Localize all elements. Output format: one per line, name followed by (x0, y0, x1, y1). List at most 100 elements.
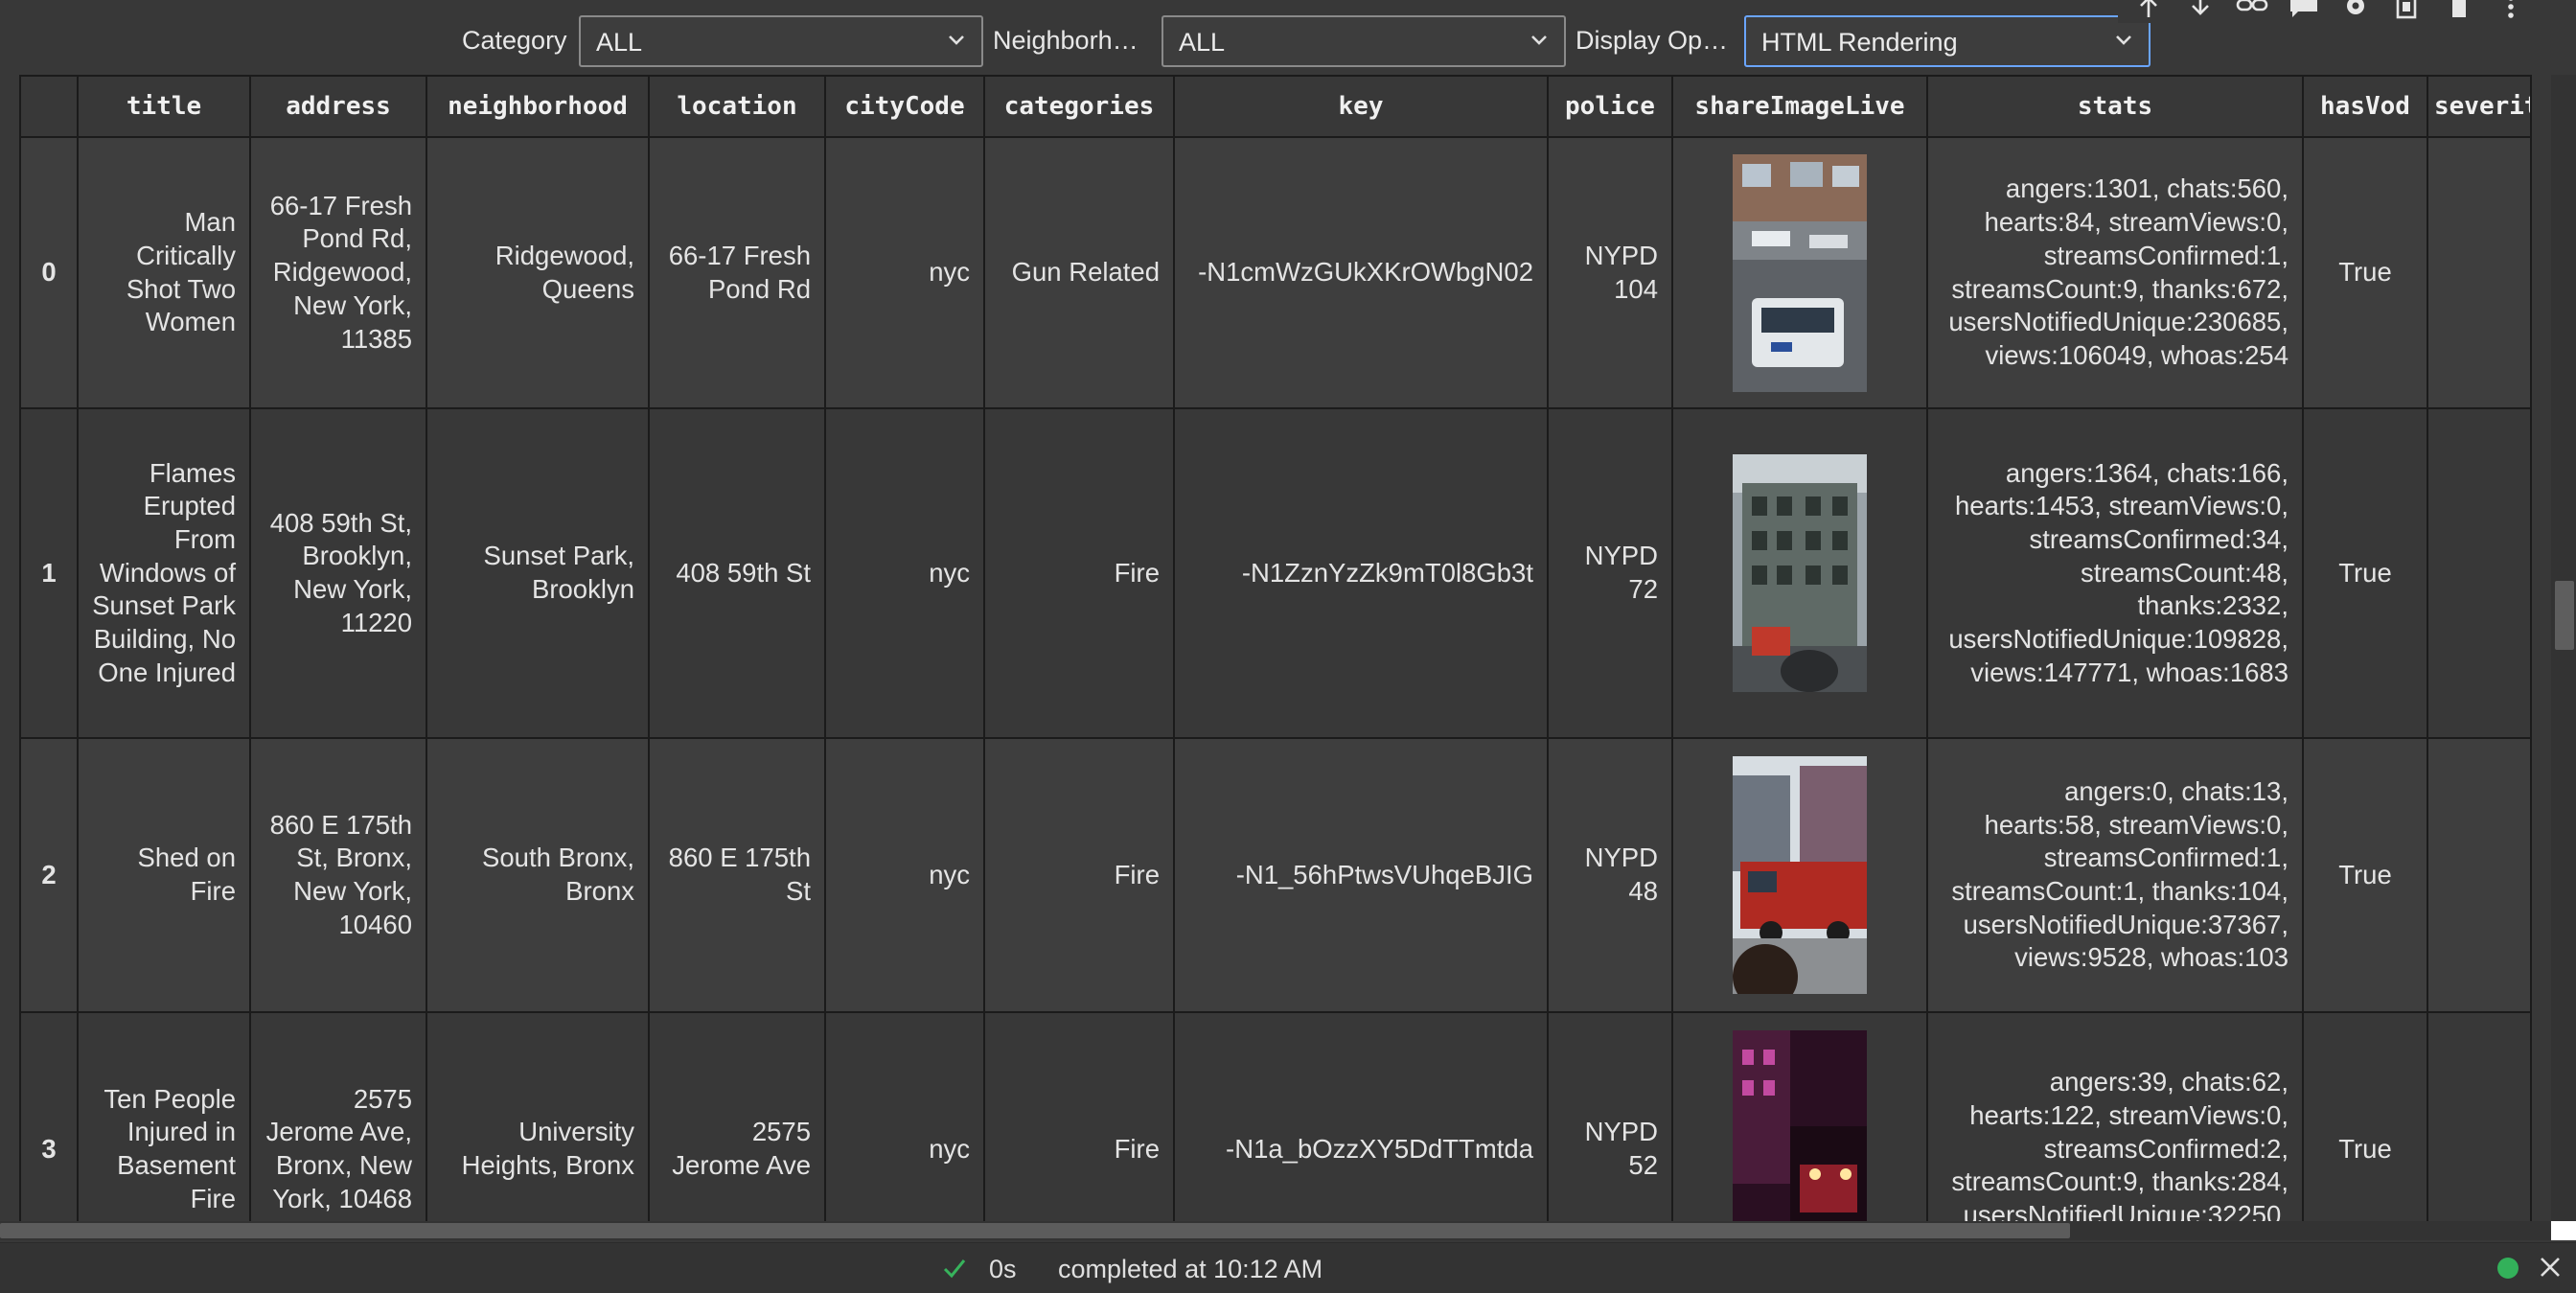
row-index: 3 (19, 1011, 79, 1221)
column-header-neighborhood[interactable]: neighborhood (426, 75, 650, 138)
column-header-key[interactable]: key (1173, 75, 1549, 138)
column-header-shareimagelive[interactable]: shareImageLive (1671, 75, 1928, 138)
cell-citycode: nyc (824, 407, 985, 739)
fire-truck-photo[interactable] (1733, 756, 1867, 994)
cell-key: -N1_56hPtwsVUhqeBJIG (1173, 737, 1549, 1013)
cell-toolbar (2118, 0, 2576, 23)
cell-stats: angers:1301, chats:560, hearts:84, strea… (1926, 136, 2304, 409)
cell-police: NYPD 48 (1547, 737, 1673, 1013)
cell-hasvod: True (2302, 1011, 2428, 1221)
cell-categories: Fire (983, 737, 1175, 1013)
cell-severity: r (2426, 136, 2532, 409)
cell-stats: angers:0, chats:13, hearts:58, streamVie… (1926, 737, 2304, 1013)
table-row: 0 Man Critically Shot Two Women 66-17 Fr… (19, 136, 2532, 409)
cell-address: 408 59th St, Brooklyn, New York, 11220 (249, 407, 427, 739)
scrollbar-corner (2551, 1221, 2576, 1240)
cell-location: 2575 Jerome Ave (648, 1011, 826, 1221)
column-header-stats[interactable]: stats (1926, 75, 2304, 138)
column-header-severity[interactable]: severit (2426, 75, 2532, 138)
chevron-down-icon (2116, 35, 2131, 45)
cell-police: NYPD 52 (1547, 1011, 1673, 1221)
comment-icon[interactable] (2287, 0, 2321, 21)
gear-icon[interactable] (2338, 0, 2373, 21)
cell-location: 408 59th St (648, 407, 826, 739)
arrow-up-icon[interactable] (2131, 0, 2166, 21)
cell-categories: Fire (983, 1011, 1175, 1221)
cell-title: Ten People Injured in Basement Fire (77, 1011, 251, 1221)
arrow-down-icon[interactable] (2183, 0, 2218, 21)
cell-police: NYPD 72 (1547, 407, 1673, 739)
row-index: 1 (19, 407, 79, 739)
cell-citycode: nyc (824, 1011, 985, 1221)
cell-citycode: nyc (824, 136, 985, 409)
cell-hasvod: True (2302, 737, 2428, 1013)
column-header-address[interactable]: address (249, 75, 427, 138)
execution-duration: 0s (989, 1255, 1017, 1283)
cell-address: 66-17 Fresh Pond Rd, Ridgewood, New York… (249, 136, 427, 409)
table-row: 3 Ten People Injured in Basement Fire 25… (19, 1011, 2532, 1221)
row-index: 2 (19, 737, 79, 1013)
cell-severity: r (2426, 737, 2532, 1013)
table-header-row: title address neighborhood location city… (19, 75, 2532, 138)
cell-key: -N1a_bOzzXY5DdTTmtda (1173, 1011, 1549, 1221)
table-row: 1 Flames Erupted From Windows of Sunset … (19, 407, 2532, 739)
column-header-index[interactable] (19, 75, 79, 138)
row-index: 0 (19, 136, 79, 409)
neighborhood-select-value: ALL (1179, 28, 1226, 57)
cell-title: Man Critically Shot Two Women (77, 136, 251, 409)
cell-neighborhood: South Bronx, Bronx (426, 737, 650, 1013)
building-fire-photo[interactable] (1733, 454, 1867, 692)
night-fire-scene-photo[interactable] (1733, 1030, 1867, 1221)
table-row: 2 Shed on Fire 860 E 175th St, Bronx, Ne… (19, 737, 2532, 1013)
link-icon[interactable] (2235, 0, 2269, 21)
cell-location: 66-17 Fresh Pond Rd (648, 136, 826, 409)
cell-address: 860 E 175th St, Bronx, New York, 10460 (249, 737, 427, 1013)
column-header-location[interactable]: location (648, 75, 826, 138)
display-options-select[interactable]: HTML Rendering (1744, 15, 2150, 67)
cell-categories: Gun Related (983, 136, 1175, 409)
display-options-select-value: HTML Rendering (1761, 28, 1958, 57)
cell-severity: r (2426, 1011, 2532, 1221)
column-header-hasvod[interactable]: hasVod (2302, 75, 2428, 138)
cell-neighborhood: Sunset Park, Brooklyn (426, 407, 650, 739)
cell-shareimagelive (1671, 136, 1928, 409)
cell-location: 860 E 175th St (648, 737, 826, 1013)
cell-hasvod: True (2302, 407, 2428, 739)
cell-severity: r (2426, 407, 2532, 739)
horizontal-scrollbar-thumb[interactable] (0, 1223, 2070, 1238)
cell-neighborhood: Ridgewood, Queens (426, 136, 650, 409)
column-header-categories[interactable]: categories (983, 75, 1175, 138)
dataframe-output: title address neighborhood location city… (19, 75, 2543, 1221)
vertical-scrollbar-thumb[interactable] (2555, 581, 2574, 650)
execution-status: completed at 10:12 AM (1058, 1255, 1323, 1283)
cell-hasvod: True (2302, 136, 2428, 409)
category-select[interactable]: ALL (579, 15, 983, 67)
cell-categories: Fire (983, 407, 1175, 739)
neighborhood-label: Neighborh… (993, 26, 1138, 55)
mirror-icon[interactable] (2390, 0, 2425, 21)
cell-stats: angers:39, chats:62, hearts:122, streamV… (1926, 1011, 2304, 1221)
cell-shareimagelive (1671, 407, 1928, 739)
cell-title: Shed on Fire (77, 737, 251, 1013)
cell-police: NYPD 104 (1547, 136, 1673, 409)
category-label: Category (462, 26, 567, 55)
cell-shareimagelive (1671, 1011, 1928, 1221)
column-header-police[interactable]: police (1547, 75, 1673, 138)
close-icon[interactable] (2538, 1255, 2563, 1280)
column-header-title[interactable]: title (77, 75, 251, 138)
chevron-down-icon (1531, 35, 1547, 45)
street-police-car-photo[interactable] (1733, 153, 1867, 392)
neighborhood-select[interactable]: ALL (1162, 15, 1566, 67)
more-icon[interactable] (2494, 0, 2528, 21)
cell-key: -N1cmWzGUkXKrOWbgN02 (1173, 136, 1549, 409)
connection-status-icon (2497, 1258, 2518, 1279)
data-table: title address neighborhood location city… (19, 75, 2532, 1221)
cell-shareimagelive (1671, 737, 1928, 1013)
cell-citycode: nyc (824, 737, 985, 1013)
delete-icon[interactable] (2442, 0, 2476, 21)
cell-stats: angers:1364, chats:166, hearts:1453, str… (1926, 407, 2304, 739)
column-header-citycode[interactable]: cityCode (824, 75, 985, 138)
cell-key: -N1ZznYzZk9mT0l8Gb3t (1173, 407, 1549, 739)
check-icon (943, 1259, 966, 1279)
cell-address: 2575 Jerome Ave, Bronx, New York, 10468 (249, 1011, 427, 1221)
